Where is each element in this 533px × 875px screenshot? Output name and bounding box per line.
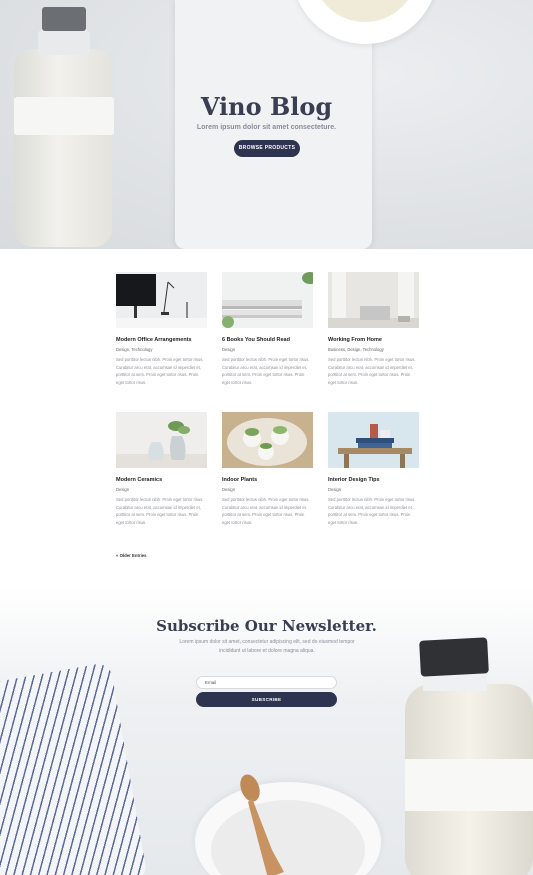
post-excerpt: Sed porttitor lectus nibh. Proin eget to… [328, 497, 416, 525]
post-thumbnail[interactable] [222, 272, 313, 328]
bottle-image [405, 637, 533, 875]
post-thumbnail[interactable] [328, 272, 419, 328]
post-card[interactable]: Working From Home Business, Design, Tech… [328, 272, 419, 386]
newsletter-description: Lorem ipsum dolor sit amet, consectetur … [179, 639, 355, 654]
post-thumbnail[interactable] [116, 272, 207, 328]
post-title[interactable]: Modern Ceramics [116, 477, 207, 483]
hero-subtitle: Lorem ipsum dolor sit amet consecteture. [196, 124, 337, 131]
post-title[interactable]: Interior Design Tips [328, 477, 419, 483]
hero-bottle-image [14, 7, 114, 247]
post-categories[interactable]: Design [222, 487, 313, 492]
post-categories[interactable]: Business, Design, Technology [328, 347, 419, 352]
wooden-spoon-image [240, 774, 284, 875]
post-excerpt: Sed porttitor lectus nibh. Proin eget to… [328, 357, 416, 385]
post-card[interactable]: Modern Office Arrangements Design, Techn… [116, 272, 207, 386]
towel-image [0, 661, 148, 875]
older-entries-link[interactable]: « Older Entries [116, 553, 147, 558]
post-excerpt: Sed porttitor lectus nibh. Proin eget to… [222, 357, 310, 385]
hero-title: Vino Blog [200, 92, 333, 121]
email-input[interactable]: Email [196, 676, 337, 689]
post-card[interactable]: 6 Books You Should Read Design Sed portt… [222, 272, 313, 386]
post-categories[interactable]: Design [116, 487, 207, 492]
post-title[interactable]: Working From Home [328, 337, 419, 343]
browse-products-button[interactable]: BROWSE PRODUCTS [234, 140, 300, 157]
post-thumbnail[interactable] [116, 412, 207, 468]
post-categories[interactable]: Design [222, 347, 313, 352]
post-card[interactable]: Interior Design Tips Design Sed porttito… [328, 412, 419, 526]
post-title[interactable]: 6 Books You Should Read [222, 337, 313, 343]
post-title[interactable]: Indoor Plants [222, 477, 313, 483]
post-card[interactable]: Indoor Plants Design Sed porttitor lectu… [222, 412, 313, 526]
newsletter-title: Subscribe Our Newsletter. [156, 617, 377, 635]
post-excerpt: Sed porttitor lectus nibh. Proin eget to… [222, 497, 310, 525]
bowl-image [195, 782, 381, 875]
newsletter-section: Subscribe Our Newsletter. Lorem ipsum do… [0, 587, 533, 875]
post-categories[interactable]: Design, Technology [116, 347, 207, 352]
hero-section: Vino Blog Lorem ipsum dolor sit amet con… [0, 0, 533, 249]
post-card[interactable]: Modern Ceramics Design Sed porttitor lec… [116, 412, 207, 526]
subscribe-button[interactable]: SUBSCRIBE [196, 692, 337, 707]
post-excerpt: Sed porttitor lectus nibh. Proin eget to… [116, 497, 204, 525]
post-excerpt: Sed porttitor lectus nibh. Proin eget to… [116, 357, 204, 385]
post-categories[interactable]: Design [328, 487, 419, 492]
post-thumbnail[interactable] [328, 412, 419, 468]
post-thumbnail[interactable] [222, 412, 313, 468]
post-title[interactable]: Modern Office Arrangements [116, 337, 207, 343]
